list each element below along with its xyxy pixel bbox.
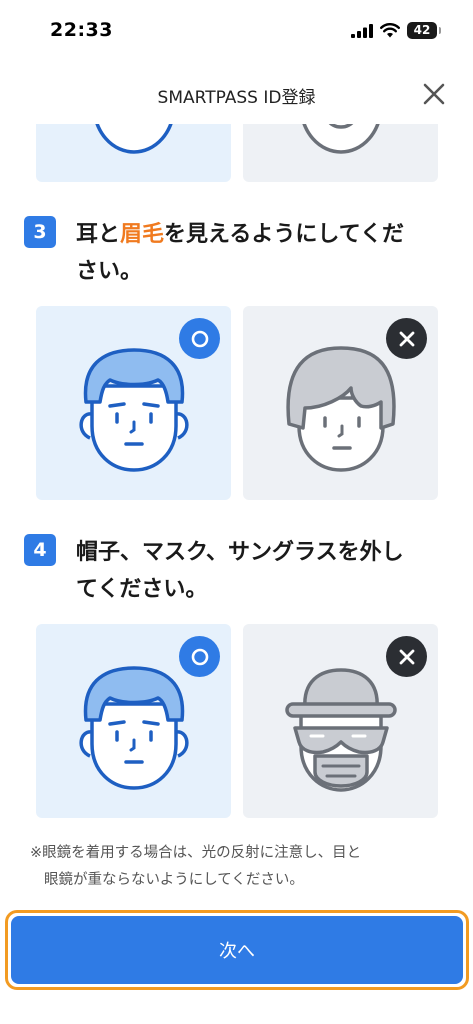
bad-example-card (243, 124, 438, 182)
header: SMARTPASS ID登録 (0, 62, 473, 124)
step-text-part: てください。 (76, 577, 208, 602)
step-text-part: 帽子、マスク、サングラスを外し (76, 540, 404, 565)
close-button[interactable] (419, 79, 449, 109)
close-icon (423, 83, 445, 105)
step-text-part: を見えるようにしてくだ (164, 222, 405, 247)
step-number-badge: 3 (24, 216, 56, 248)
note-line-2: 眼鏡が重ならないようにしてください。 (44, 872, 304, 888)
bad-example-card (243, 306, 438, 500)
step-2-example-row (36, 124, 438, 182)
app-screen: 22:33 42 SMARTPASS ID登録 3 耳と眉毛を見えるようにしてく… (0, 0, 473, 1024)
step-instruction: 帽子、マスク、サングラスを外し てください。 (76, 534, 444, 608)
battery-icon: 42 (407, 22, 441, 39)
bad-example-card (243, 624, 438, 818)
good-example-card (36, 306, 231, 500)
cross-ng-icon (399, 331, 414, 346)
ng-mark (386, 636, 427, 677)
step-3: 3 耳と眉毛を見えるようにしてくだ さい。 (24, 216, 444, 290)
step-instruction: 耳と眉毛を見えるようにしてくだ さい。 (76, 216, 444, 290)
circle-ok-icon (191, 648, 208, 665)
step-text-part: さい。 (76, 259, 143, 284)
status-bar: 22:33 42 (0, 0, 473, 62)
good-example-card (36, 624, 231, 818)
status-time: 22:33 (50, 19, 113, 41)
step-4-example-row (36, 624, 438, 818)
note-line-1: ※眼鏡を着用する場合は、光の反射に注意し、目と (30, 845, 362, 861)
step-3-example-row (36, 306, 438, 500)
step-text-highlight: 眉毛 (120, 222, 165, 247)
step-number-badge: 4 (24, 534, 56, 566)
circle-ok-icon (191, 330, 208, 347)
step-text-part: 耳と (76, 222, 121, 247)
next-button[interactable]: 次へ (11, 916, 463, 984)
ok-mark (179, 636, 220, 677)
page-title: SMARTPASS ID登録 (157, 88, 316, 108)
glasses-note: ※眼鏡を着用する場合は、光の反射に注意し、目と 眼鏡が重ならないようにしてくださ… (30, 840, 445, 894)
face-illustration-icon (302, 124, 380, 154)
scroll-content[interactable]: 3 耳と眉毛を見えるようにしてくだ さい。 4 帽子、マスク、サングラスを外し … (0, 124, 473, 904)
status-icons: 42 (351, 22, 441, 39)
ng-mark (386, 318, 427, 359)
next-button-focus-ring: 次へ (5, 910, 469, 990)
cross-ng-icon (399, 649, 414, 664)
face-illustration-icon (95, 124, 173, 154)
signal-icon (351, 23, 373, 38)
step-4: 4 帽子、マスク、サングラスを外し てください。 (24, 534, 444, 608)
good-example-card (36, 124, 231, 182)
wifi-icon (380, 23, 400, 38)
ok-mark (179, 318, 220, 359)
